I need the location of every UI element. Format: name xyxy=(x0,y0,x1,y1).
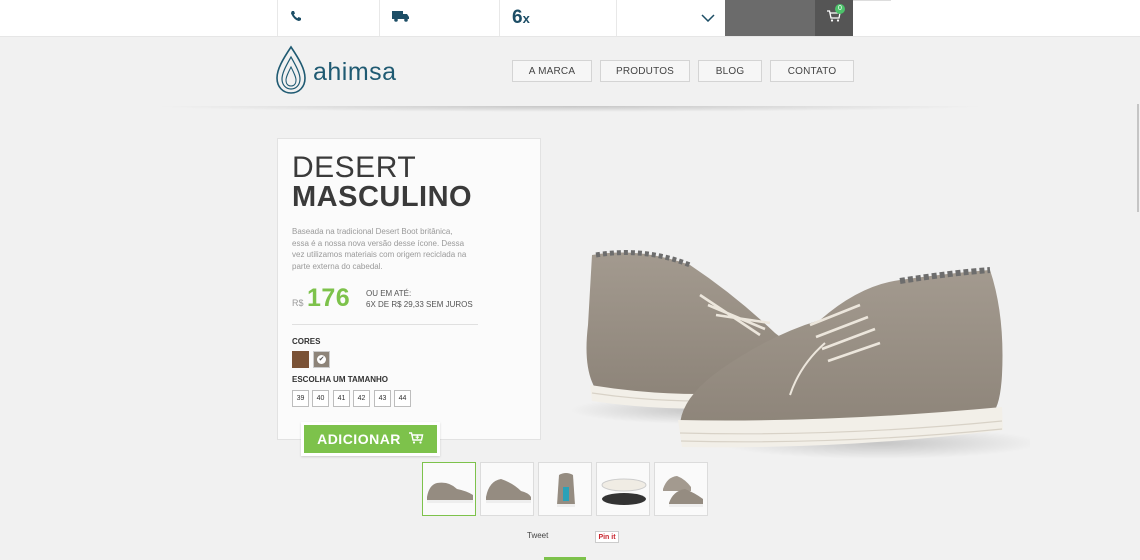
color-swatch-brown[interactable] xyxy=(292,351,309,368)
chevron-down-icon xyxy=(701,9,715,27)
thumbnail-angle-view[interactable] xyxy=(480,462,534,516)
shoe-side-thumb-icon xyxy=(427,482,473,503)
product-description: Baseada na tradicional Desert Boot britâ… xyxy=(292,227,467,271)
colors-label: CORES xyxy=(292,337,321,346)
header-shadow xyxy=(150,106,990,112)
scrollbar-thumb[interactable] xyxy=(1137,104,1139,212)
shoe-back-thumb-icon xyxy=(557,473,575,507)
color-swatch-gray[interactable]: ✔ xyxy=(313,351,330,368)
cart-button[interactable]: 0 xyxy=(815,0,853,36)
shoe-angle-thumb-icon xyxy=(486,479,531,503)
price-divider xyxy=(292,324,478,325)
nav-blog[interactable]: BLOG xyxy=(698,60,762,82)
thumbnail-pair-view[interactable] xyxy=(654,462,708,516)
top-utility-bar: 6x 0 xyxy=(0,0,1140,37)
size-40[interactable]: 40 xyxy=(312,390,329,407)
product-price: 176 xyxy=(307,284,351,312)
nav-produtos[interactable]: PRODUTOS xyxy=(600,60,690,82)
cart-plus-icon xyxy=(401,431,424,447)
size-label: ESCOLHA UM TAMANHO xyxy=(292,375,388,384)
drop-logo-icon xyxy=(275,45,307,100)
tweet-button[interactable]: Tweet xyxy=(527,531,548,540)
check-icon: ✔ xyxy=(317,355,326,364)
add-to-cart-button[interactable]: ADICIONAR xyxy=(301,422,440,456)
installments-number: 6 xyxy=(512,7,523,28)
installments-suffix: x xyxy=(522,10,530,26)
installments-label: OU EM ATÉ: xyxy=(366,289,412,298)
nav-contato[interactable]: CONTATO xyxy=(770,60,854,82)
pinit-button[interactable]: Pin it xyxy=(595,531,619,543)
size-44[interactable]: 44 xyxy=(394,390,411,407)
shipping-cell[interactable] xyxy=(379,0,499,36)
installments-cell[interactable]: 6x xyxy=(499,0,616,36)
size-42[interactable]: 42 xyxy=(353,390,370,407)
cart-count-badge: 0 xyxy=(835,4,845,14)
brand-logo[interactable]: ahimsa xyxy=(275,45,415,100)
thumbnail-side-view[interactable] xyxy=(422,462,476,516)
price-currency: R$ xyxy=(292,298,304,308)
product-title-line1: DESERT xyxy=(292,151,417,184)
add-button-label: ADICIONAR xyxy=(317,431,401,447)
phone-icon xyxy=(290,9,302,27)
installments-detail: 6X DE R$ 29,33 SEM JUROS xyxy=(366,300,473,309)
product-hero-image xyxy=(570,250,1030,459)
topbar-divider xyxy=(853,0,891,1)
size-41[interactable]: 41 xyxy=(333,390,350,407)
product-title-line2: MASCULINO xyxy=(292,181,473,213)
thumbnail-back-view[interactable] xyxy=(538,462,592,516)
brand-name: ahimsa xyxy=(313,57,397,86)
thumbnail-sole-view[interactable] xyxy=(596,462,650,516)
shoe-pair-thumb-icon xyxy=(663,476,703,507)
shoe-sole-thumb-icon xyxy=(601,478,647,505)
cart-summary[interactable] xyxy=(725,0,815,36)
nav-a-marca[interactable]: A MARCA xyxy=(512,60,592,82)
phone-cell[interactable] xyxy=(277,0,378,36)
truck-icon xyxy=(392,9,410,27)
size-43[interactable]: 43 xyxy=(374,390,391,407)
account-dropdown[interactable] xyxy=(616,0,725,36)
size-39[interactable]: 39 xyxy=(292,390,309,407)
